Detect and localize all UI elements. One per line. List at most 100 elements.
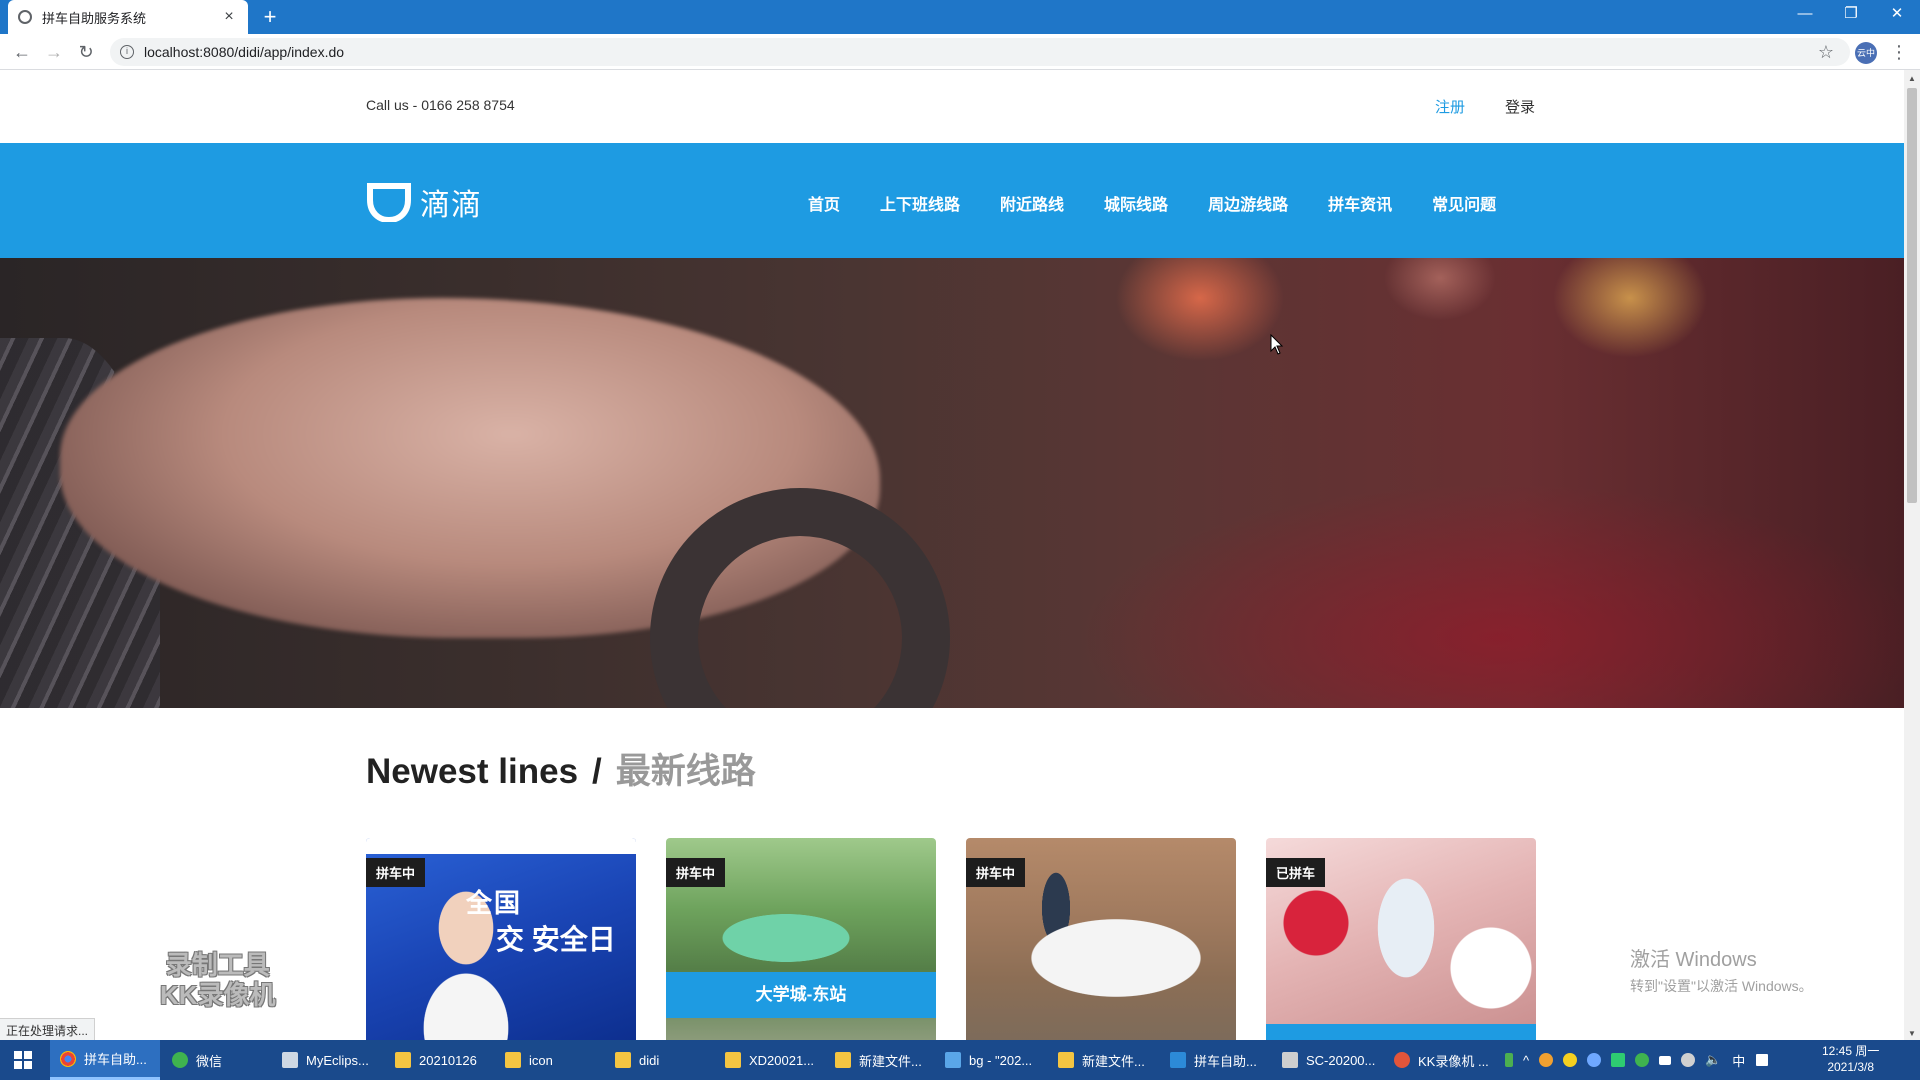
windows-taskbar: 拼车自助... 微信 MyEclips... 20210126 icon did… <box>0 1040 1920 1080</box>
nav-item-carpool-news[interactable]: 拼车资讯 <box>1328 191 1392 215</box>
status-badge: 拼车中 <box>366 858 426 887</box>
hero-banner-image <box>0 258 1904 708</box>
wifi-icon[interactable] <box>1681 1053 1696 1067</box>
status-badge: 已拼车 <box>1266 858 1326 887</box>
scrollbar-thumb[interactable] <box>1907 88 1917 503</box>
line-card[interactable]: 拼车中 <box>966 838 1236 1040</box>
taskbar-item-label: KK录像机 ... <box>1418 1053 1489 1069</box>
scroll-down-icon[interactable]: ▼ <box>1908 1029 1916 1038</box>
image-text: 全国 <box>466 888 523 918</box>
status-badge: 拼车中 <box>966 858 1026 887</box>
logo-text: 滴滴 <box>420 189 482 222</box>
line-card-caption-bar <box>1266 1024 1536 1040</box>
bookmark-star-icon[interactable]: ☆ <box>1814 40 1838 64</box>
windows-start-button[interactable] <box>0 1040 46 1080</box>
windows-activation-notice: 激活 Windows 转到"设置"以激活 Windows。 <box>1630 943 1813 996</box>
profile-avatar[interactable]: 云中 <box>1855 42 1877 64</box>
clock-time: 12:45 周一 <box>1822 1044 1880 1058</box>
tray-expand-icon[interactable]: ^ <box>1523 1053 1529 1068</box>
taskbar-item-folder[interactable]: didi <box>605 1040 710 1080</box>
nav-item-commute-lines[interactable]: 上下班线路 <box>880 191 960 215</box>
didi-logo-icon <box>367 183 411 222</box>
app-tray-icon[interactable] <box>1563 1053 1578 1067</box>
app-tray-icon[interactable] <box>1611 1053 1626 1067</box>
section-title: Newest lines / 最新线路 <box>366 743 756 794</box>
system-clock[interactable]: 12:45 周一 2021/3/8 <box>1822 1043 1879 1075</box>
app-tray-icon[interactable] <box>1539 1053 1554 1067</box>
taskbar-item-label: SC-20200... <box>1306 1052 1376 1068</box>
back-button[interactable]: ← <box>10 40 34 64</box>
taskbar-item-label: didi <box>639 1052 660 1068</box>
keyboard-icon[interactable] <box>1756 1054 1769 1066</box>
taskbar-item-label: icon <box>529 1052 553 1068</box>
tab-title: 拼车自助服务系统 <box>42 10 147 26</box>
reload-button[interactable]: ↻ <box>74 40 98 64</box>
section-title-separator: / <box>592 752 602 791</box>
recorder-watermark: 录制工具 KK录像机 <box>160 950 276 1010</box>
nav-item-nearby-routes[interactable]: 附近路线 <box>1000 191 1064 215</box>
status-badge: 拼车中 <box>666 858 726 887</box>
volume-icon[interactable]: 🔈 <box>1705 1052 1721 1068</box>
taskbar-item-myeclipse[interactable]: MyEclips... <box>272 1040 382 1080</box>
ime-indicator[interactable]: 中 <box>1732 1051 1745 1070</box>
close-window-button[interactable]: ✕ <box>1874 0 1920 30</box>
folder-icon <box>1058 1052 1074 1068</box>
watermark-line: KK录像机 <box>160 980 276 1010</box>
taskbar-item-folder[interactable]: 20210126 <box>385 1040 490 1080</box>
taskbar-item-folder[interactable]: XD20021... <box>715 1040 820 1080</box>
nav-item-tour-lines[interactable]: 周边游线路 <box>1208 191 1288 215</box>
taskbar-item-label: 新建文件... <box>859 1053 922 1069</box>
page-scrollbar[interactable]: ▲ ▼ <box>1904 70 1920 1040</box>
tab-close-icon[interactable]: × <box>220 8 238 26</box>
taskbar-item-label: 微信 <box>196 1053 223 1069</box>
image-file-icon <box>945 1052 961 1068</box>
activation-subtitle: 转到"设置"以激活 Windows。 <box>1630 978 1813 994</box>
register-link[interactable]: 注册 <box>1435 96 1465 117</box>
scroll-up-icon[interactable]: ▲ <box>1908 74 1916 83</box>
line-card[interactable]: 拼车中 大学城-东站 <box>666 838 936 1040</box>
clock-date: 2021/3/8 <box>1827 1060 1875 1074</box>
taskbar-item-folder[interactable]: 新建文件... <box>1048 1040 1158 1080</box>
globe-icon <box>18 10 32 24</box>
address-bar[interactable]: i localhost:8080/didi/app/index.do <box>110 38 1850 66</box>
nav-item-home[interactable]: 首页 <box>808 191 840 215</box>
browser-tab[interactable]: 拼车自助服务系统 × <box>8 0 248 34</box>
watermark-line: 录制工具 <box>165 950 270 980</box>
browser-toolbar: ← → ↻ i localhost:8080/didi/app/index.do… <box>0 34 1920 70</box>
restore-button[interactable]: ❐ <box>1828 0 1874 30</box>
section-title-cn: 最新线路 <box>615 752 756 791</box>
site-logo[interactable]: 滴滴 <box>366 180 482 224</box>
taskbar-item-folder[interactable]: 新建文件... <box>825 1040 930 1080</box>
battery-icon[interactable] <box>1505 1053 1513 1067</box>
shield-icon[interactable] <box>1587 1053 1602 1067</box>
taskbar-item-kk-recorder[interactable]: KK录像机 ... <box>1384 1040 1499 1080</box>
folder-icon <box>615 1052 631 1068</box>
nav-item-faq[interactable]: 常见问题 <box>1432 191 1496 215</box>
login-link[interactable]: 登录 <box>1505 96 1535 117</box>
section-title-en: Newest lines <box>366 752 579 791</box>
line-card-caption: 大学城-东站 <box>666 972 936 1018</box>
line-card[interactable]: 全国 交 安全日 拼车中 <box>366 838 636 1040</box>
network-icon[interactable] <box>1659 1055 1672 1065</box>
image-top-strip <box>366 838 636 854</box>
wechat-tray-icon[interactable] <box>1635 1053 1650 1067</box>
recorder-icon <box>1394 1052 1410 1068</box>
windows-logo-icon <box>14 1051 32 1069</box>
forward-button[interactable]: → <box>42 40 66 64</box>
minimize-button[interactable]: — <box>1782 0 1828 30</box>
menu-kebab-icon[interactable]: ⋮ <box>1890 40 1908 64</box>
new-tab-button[interactable]: + <box>258 4 282 30</box>
taskbar-item-label: MyEclips... <box>306 1052 369 1068</box>
line-card[interactable]: 已拼车 <box>1266 838 1536 1040</box>
taskbar-item-wechat[interactable]: 微信 <box>162 1040 267 1080</box>
nav-item-intercity-lines[interactable]: 城际线路 <box>1104 191 1168 215</box>
taskbar-item-label: 新建文件... <box>1082 1053 1145 1069</box>
taskbar-item-snipping[interactable]: SC-20200... <box>1272 1040 1382 1080</box>
taskbar-item-chrome[interactable]: 拼车自助... <box>50 1040 160 1080</box>
taskbar-item-folder[interactable]: icon <box>495 1040 600 1080</box>
info-icon[interactable]: i <box>120 45 134 59</box>
taskbar-item-image[interactable]: bg - "202... <box>935 1040 1045 1080</box>
taskbar-item-vscode[interactable]: 拼车自助... <box>1160 1040 1270 1080</box>
folder-icon <box>505 1052 521 1068</box>
page-viewport: Call us - 0166 258 8754 注册 登录 滴滴 首页 上下班线… <box>0 70 1904 1040</box>
